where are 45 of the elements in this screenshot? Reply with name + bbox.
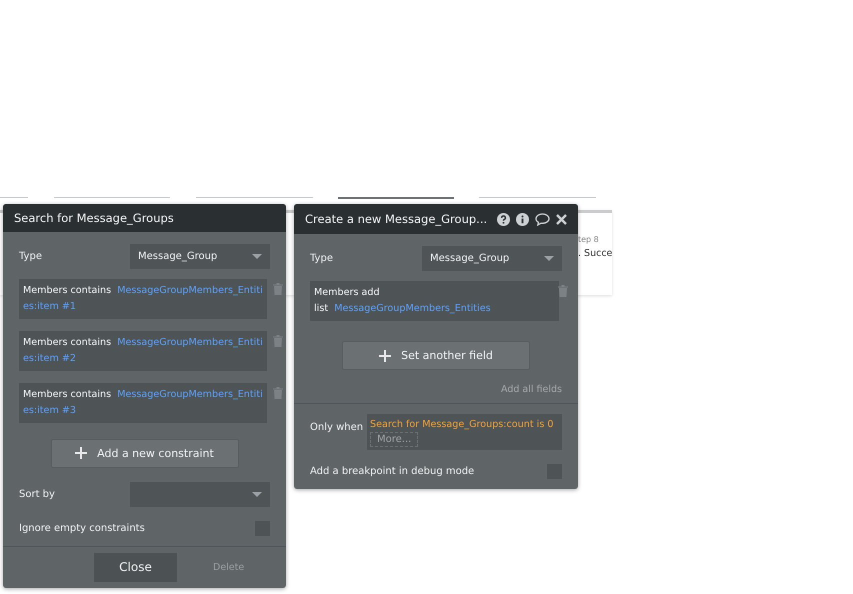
condition-field[interactable]: Search for Message_Groups:count is 0 More... bbox=[367, 414, 562, 450]
field-label: Members add bbox=[314, 286, 381, 300]
only-when-label: Only when bbox=[310, 422, 364, 433]
tab-underline[interactable] bbox=[196, 197, 313, 198]
add-constraint-button[interactable]: Add a new constraint bbox=[50, 438, 238, 468]
breakpoint-label: Add a breakpoint in debug mode bbox=[310, 466, 474, 477]
caret-icon bbox=[252, 254, 262, 259]
caret-icon bbox=[252, 492, 262, 497]
caret-icon bbox=[544, 256, 554, 261]
type-dropdown[interactable]: Message_Group bbox=[422, 246, 562, 271]
help-icon[interactable] bbox=[497, 212, 510, 226]
trash-icon[interactable] bbox=[273, 386, 283, 399]
plus-icon bbox=[379, 350, 392, 362]
plus-icon bbox=[75, 447, 88, 460]
sort-label: Sort by bbox=[19, 488, 55, 500]
close-button[interactable]: Close bbox=[94, 552, 177, 582]
tab-underline[interactable] bbox=[54, 197, 170, 198]
comment-icon[interactable] bbox=[535, 212, 550, 226]
ignore-label: Ignore empty constraints bbox=[19, 522, 145, 534]
info-icon[interactable] bbox=[516, 212, 529, 226]
constraint-text: Members contains MessageGroupMembers_Entities:item #1 bbox=[23, 284, 263, 312]
type-label: Type bbox=[310, 253, 333, 264]
step-text: . Succe bbox=[578, 248, 612, 259]
trash-icon[interactable] bbox=[273, 334, 283, 347]
trash-icon[interactable] bbox=[558, 285, 568, 297]
panel-title: Create a new Message_Group... bbox=[305, 212, 488, 226]
field-value: list MessageGroupMembers_Entities bbox=[314, 302, 492, 316]
condition-text: Search for Message_Groups:count is 0 bbox=[370, 419, 554, 430]
constraint-text: Members contains MessageGroupMembers_Entities:item #2 bbox=[23, 336, 263, 364]
panel-title: Search for Message_Groups bbox=[14, 210, 174, 225]
trash-icon[interactable] bbox=[273, 282, 283, 295]
type-label: Type bbox=[19, 250, 42, 262]
tab-underline[interactable] bbox=[0, 197, 28, 198]
field-row[interactable]: Members add list MessageGroupMembers_Entities bbox=[310, 281, 559, 321]
step-label: tep 8 bbox=[578, 235, 599, 244]
tab-underline[interactable] bbox=[338, 197, 454, 199]
sort-dropdown[interactable] bbox=[130, 482, 270, 507]
constraint-row[interactable]: Members contains MessageGroupMembers_Entities:item #2 bbox=[19, 330, 267, 371]
constraint-row[interactable]: Members contains MessageGroupMembers_Entities:item #1 bbox=[19, 278, 267, 319]
close-icon[interactable] bbox=[556, 214, 567, 224]
type-dropdown[interactable]: Message_Group bbox=[130, 244, 270, 269]
set-field-button[interactable]: Set another field bbox=[342, 341, 530, 370]
constraint-row[interactable]: Members contains MessageGroupMembers_Entities:item #3 bbox=[19, 382, 267, 423]
tab-underline[interactable] bbox=[479, 197, 596, 198]
constraint-text: Members contains MessageGroupMembers_Entities:item #3 bbox=[23, 388, 263, 416]
